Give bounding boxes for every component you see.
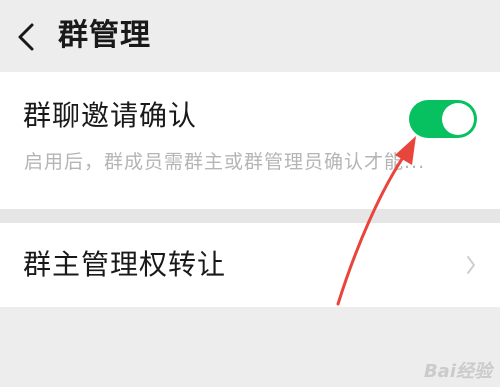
toggle-knob <box>442 103 474 135</box>
transfer-owner-label: 群主管理权转让 <box>23 248 227 281</box>
chevron-right-icon <box>467 256 475 274</box>
invite-confirm-toggle[interactable] <box>409 100 477 138</box>
header-bar: 群管理 <box>0 0 500 72</box>
back-icon[interactable] <box>14 22 40 52</box>
section-divider <box>0 209 500 223</box>
invite-confirm-row: 群聊邀请确认 启用后，群成员需群主或群管理员确认才能... <box>0 72 500 209</box>
invite-confirm-label: 群聊邀请确认 <box>23 99 198 132</box>
page-title: 群管理 <box>58 18 151 53</box>
watermark: Bai经验 <box>423 361 492 382</box>
transfer-owner-row[interactable]: 群主管理权转让 <box>0 223 500 307</box>
invite-confirm-description: 启用后，群成员需群主或群管理员确认才能... <box>24 151 426 173</box>
